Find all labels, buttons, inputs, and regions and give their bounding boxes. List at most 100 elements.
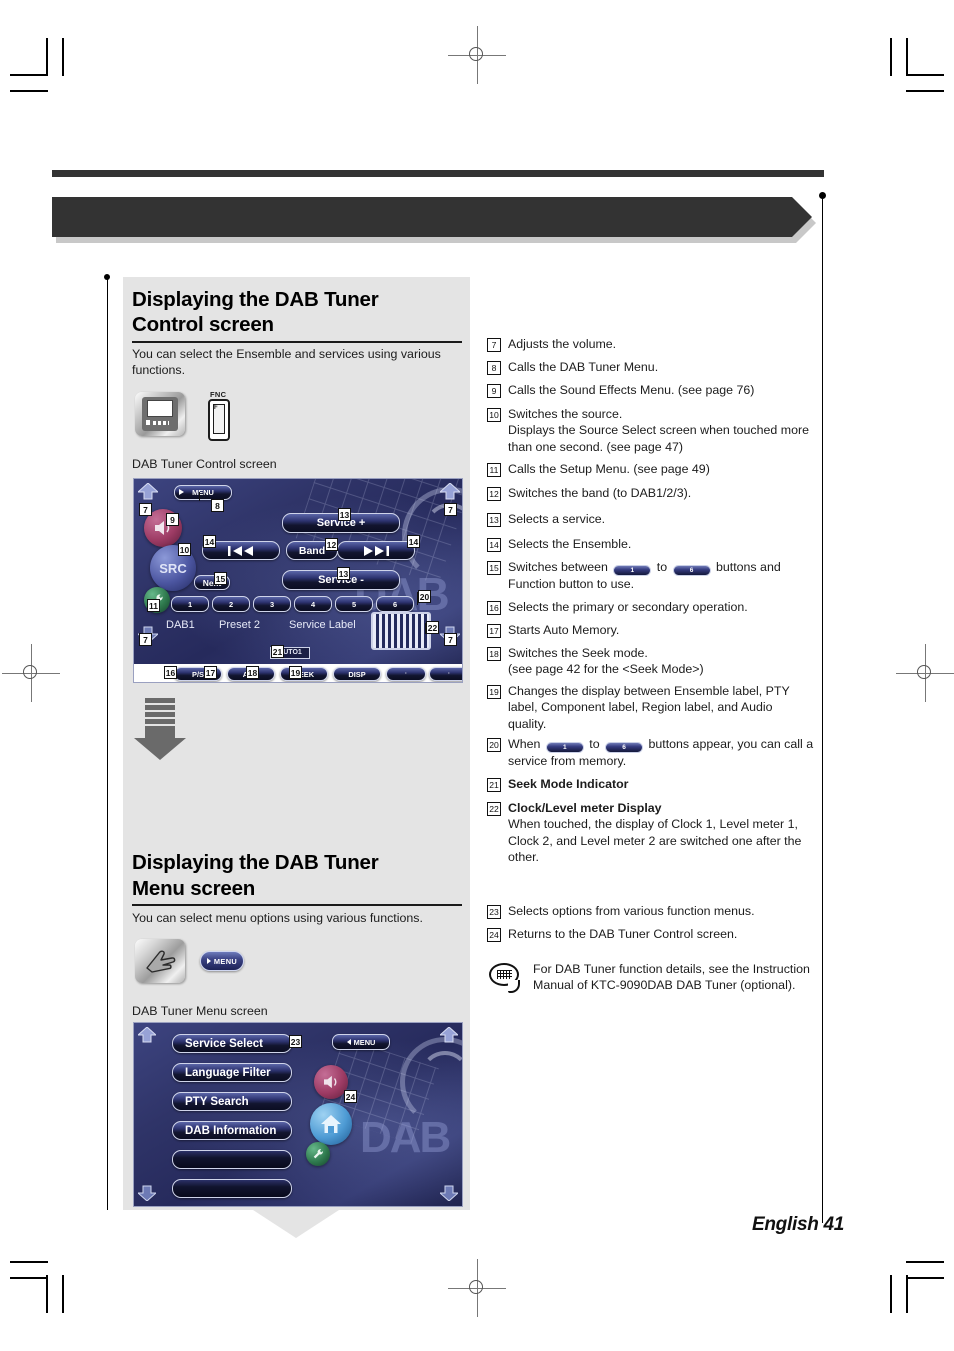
description-text-13: Selects a service. xyxy=(508,512,606,526)
menu-option-service-select[interactable]: Service Select xyxy=(172,1034,292,1053)
description-item-9: 9 Calls the Sound Effects Menu. (see pag… xyxy=(487,382,814,398)
description-item-7: 7 Adjusts the volume. xyxy=(487,336,814,352)
preset-label-5: 5 xyxy=(351,599,357,609)
speech-bubble-icon xyxy=(489,963,521,993)
description-item-8: 8 Calls the DAB Tuner Menu. xyxy=(487,359,814,375)
dab-tuner-control-screen: DAB MENU SRC Service + Service - Band Ne… xyxy=(133,478,463,683)
description-text-24: Returns to the DAB Tuner Control screen. xyxy=(508,927,738,941)
menu-setup-button[interactable] xyxy=(306,1142,330,1166)
callout-13-a: 13 xyxy=(338,508,351,521)
crop-mark-bl-h xyxy=(10,1261,48,1263)
description-text-22: Clock/Level meter Display xyxy=(508,801,662,815)
description-text-14: Selects the Ensemble. xyxy=(508,537,632,551)
section2-heading-line1: Displaying the DAB Tuner xyxy=(132,851,379,874)
menu-arrow-bottom-left[interactable] xyxy=(136,1181,158,1202)
pointing-hand-glyph xyxy=(146,950,176,973)
description-15-part2: to xyxy=(653,560,671,574)
fnc-key-letter: F xyxy=(214,405,218,411)
crop-mark-bl-h2 xyxy=(10,1277,48,1279)
preset-button-4[interactable]: 4 xyxy=(294,596,332,612)
callout-23: 23 xyxy=(289,1035,302,1048)
callout-7-tl: 7 xyxy=(139,503,152,516)
crop-mark-tl-h xyxy=(10,74,48,76)
description-item-13: 13 Selects a service. xyxy=(487,511,814,527)
callout-9: 9 xyxy=(166,513,179,526)
menu-wrench-icon xyxy=(313,1148,323,1158)
description-item-22: 22 Clock/Level meter Display When touche… xyxy=(487,800,814,865)
preset-button-2[interactable]: 2 xyxy=(212,596,250,612)
function-button-blank-2-label: · xyxy=(448,671,450,677)
menu-arrow-top-left[interactable] xyxy=(136,1026,158,1047)
control-menu-button-label: MENU xyxy=(192,488,214,497)
skip-back-icon xyxy=(228,545,253,556)
menu-pill-button[interactable]: MENU xyxy=(200,951,244,971)
skip-forward-icon xyxy=(364,545,389,556)
menu-option-blank-1[interactable] xyxy=(172,1150,292,1169)
description-number-7: 7 xyxy=(487,338,501,352)
menu-screen-menu-button[interactable]: MENU xyxy=(332,1034,390,1050)
function-button-seek[interactable]: SEEK xyxy=(280,667,328,681)
monitor-panel-icon xyxy=(135,392,185,436)
function-button-ps-label: P/S xyxy=(192,669,204,679)
registration-mark-left xyxy=(2,644,60,702)
preset-button-1[interactable]: 1 xyxy=(171,596,209,612)
menu-arrow-bottom-right[interactable] xyxy=(438,1181,460,1202)
menu-option-blank-2[interactable] xyxy=(172,1179,292,1198)
function-button-blank-1-label: · xyxy=(405,671,407,677)
callout-18: 18 xyxy=(246,666,259,679)
menu-option-language-filter[interactable]: Language Filter xyxy=(172,1063,292,1082)
description-item-10: 10 Switches the source. Displays the Sou… xyxy=(487,406,814,455)
preset-label-1: 1 xyxy=(187,599,193,609)
section2-lead-text: You can select menu options using variou… xyxy=(132,911,423,925)
description-number-24: 24 xyxy=(487,928,501,942)
section2-heading-rule xyxy=(132,904,462,906)
inline-preset-pill-6-b[interactable]: 6 xyxy=(605,742,644,753)
header-banner xyxy=(52,197,812,237)
preset-button-5[interactable]: 5 xyxy=(335,596,373,612)
menu-return-button[interactable] xyxy=(310,1103,352,1145)
preset-label-6: 6 xyxy=(392,599,398,609)
fnc-button-label: FNC xyxy=(210,390,227,399)
description-text-18: Switches the Seek mode. (see page 42 for… xyxy=(508,646,704,677)
function-button-blank-1[interactable]: · xyxy=(386,667,426,681)
description-number-21: 21 xyxy=(487,778,501,792)
crop-mark-tr-v xyxy=(906,38,908,76)
menu-option-pty-search[interactable]: PTY Search xyxy=(172,1092,292,1111)
section2-heading-line2: Menu screen xyxy=(132,877,256,900)
description-item-17: 17 Starts Auto Memory. xyxy=(487,622,814,638)
inline-preset-pill-6[interactable]: 6 xyxy=(672,565,711,576)
instruction-note: For DAB Tuner function details, see the … xyxy=(489,961,829,994)
section1-heading-line2: Control screen xyxy=(132,313,274,336)
menu-option-language-filter-label: Language Filter xyxy=(185,1066,271,1079)
callout-7-tr: 7 xyxy=(444,503,457,516)
description-item-24: 24 Returns to the DAB Tuner Control scre… xyxy=(487,926,814,942)
menu-sound-effects-button[interactable] xyxy=(314,1065,348,1099)
preset-button-6[interactable]: 6 xyxy=(376,596,414,612)
section1-lead-text: You can select the Ensemble and services… xyxy=(132,347,441,377)
description-item-11: 11 Calls the Setup Menu. (see page 49) xyxy=(487,461,814,477)
home-return-icon xyxy=(321,1115,341,1133)
callout-7-br: 7 xyxy=(444,633,457,646)
inline-preset-pill-1[interactable]: 1 xyxy=(613,565,652,576)
description-number-13: 13 xyxy=(487,513,501,527)
function-button-disp[interactable]: DISP xyxy=(333,667,381,681)
preset-button-3[interactable]: 3 xyxy=(253,596,291,612)
section1-heading-rule xyxy=(132,341,462,343)
description-item-15: 15 Switches between 1 to 6 buttons and F… xyxy=(487,559,814,592)
ensemble-next-button[interactable] xyxy=(337,541,415,560)
description-number-10: 10 xyxy=(487,408,501,422)
volume-arrow-top-right[interactable] xyxy=(438,482,462,505)
inline-preset-pill-1-b[interactable]: 1 xyxy=(545,742,584,753)
menu-screen-watermark: DAB xyxy=(360,1113,451,1162)
menu-screen-menu-button-label: MENU xyxy=(353,1037,376,1047)
menu-arrow-top-right[interactable] xyxy=(438,1026,460,1047)
page-footer: English 41 xyxy=(752,1214,845,1235)
function-button-disp-label: DISP xyxy=(348,669,366,679)
callout-14-b: 14 xyxy=(407,535,420,548)
description-text-12: Switches the band (to DAB1/2/3). xyxy=(508,486,692,500)
menu-option-dab-information[interactable]: DAB Information xyxy=(172,1121,292,1140)
volume-arrow-top-left[interactable] xyxy=(136,482,160,505)
menu-pill-arrow-icon xyxy=(206,958,211,964)
clock-level-meter-display[interactable] xyxy=(371,612,431,650)
function-button-blank-2[interactable]: · xyxy=(429,667,462,681)
